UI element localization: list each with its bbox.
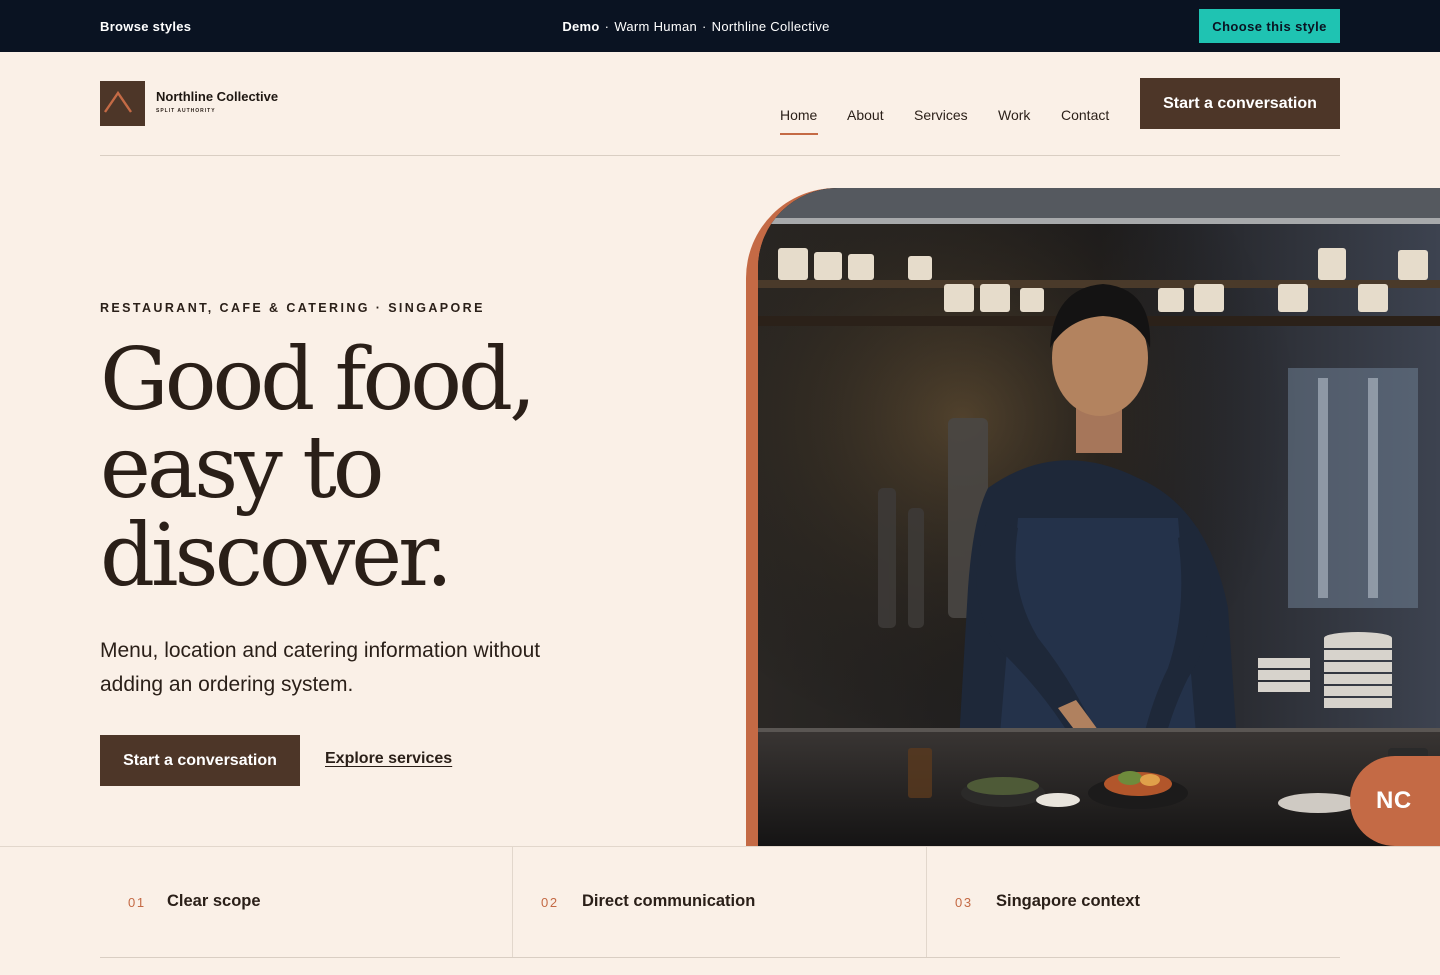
- site-name: Northline Collective: [711, 18, 830, 34]
- hero-eyebrow: RESTAURANT, CAFE & CATERING · SINGAPORE: [100, 301, 485, 315]
- choose-style-button[interactable]: Choose this style: [1199, 9, 1340, 43]
- header-divider: [100, 155, 1340, 156]
- hero-start-conversation-button[interactable]: Start a conversation: [100, 735, 300, 786]
- nav-active-indicator: [780, 133, 818, 135]
- feature-divider: [926, 847, 927, 957]
- nc-badge: NC: [1350, 756, 1440, 846]
- feature-number: 03: [955, 895, 973, 910]
- features-top-divider: [0, 846, 1440, 847]
- demo-caption: Demo · Warm Human · Northline Collective: [0, 0, 1392, 52]
- demo-label: Demo: [562, 18, 600, 34]
- feature-title: Singapore context: [996, 892, 1140, 910]
- nav-work[interactable]: Work: [998, 107, 1030, 127]
- separator: ·: [604, 18, 610, 34]
- feature-number: 01: [128, 895, 146, 910]
- chef-cooking-photo: [758, 188, 1440, 846]
- headline-line: discover.: [100, 506, 453, 606]
- feature-title: Clear scope: [167, 892, 261, 910]
- hero-headline: Good food, easy to discover.: [100, 336, 700, 600]
- nav-services[interactable]: Services: [914, 107, 968, 127]
- logo-mark[interactable]: [100, 81, 145, 126]
- headline-line: easy to: [100, 418, 385, 518]
- hero-image-frame: [746, 188, 1440, 846]
- headline-line: Good food,: [100, 330, 536, 430]
- kitchen-scene-illustration: [758, 188, 1440, 846]
- brand-name[interactable]: Northline Collective: [156, 89, 278, 104]
- separator: ·: [702, 18, 707, 34]
- roof-logo-icon: [104, 90, 132, 113]
- nav-home[interactable]: Home: [780, 107, 817, 127]
- header-start-conversation-button[interactable]: Start a conversation: [1140, 78, 1340, 129]
- feature-divider: [512, 847, 513, 957]
- demo-bar: Browse styles Demo · Warm Human · Northl…: [0, 0, 1440, 52]
- feature-number: 02: [541, 895, 559, 910]
- explore-services-link[interactable]: Explore services: [325, 750, 452, 768]
- nav-contact[interactable]: Contact: [1061, 107, 1109, 127]
- nav-about[interactable]: About: [847, 107, 884, 127]
- hero-lede: Menu, location and catering information …: [100, 639, 541, 696]
- feature-title: Direct communication: [582, 892, 756, 910]
- style-name: Warm Human: [614, 18, 698, 34]
- features-bottom-divider: [100, 957, 1340, 958]
- brand-tagline: SPLIT AUTHORITY: [156, 108, 216, 114]
